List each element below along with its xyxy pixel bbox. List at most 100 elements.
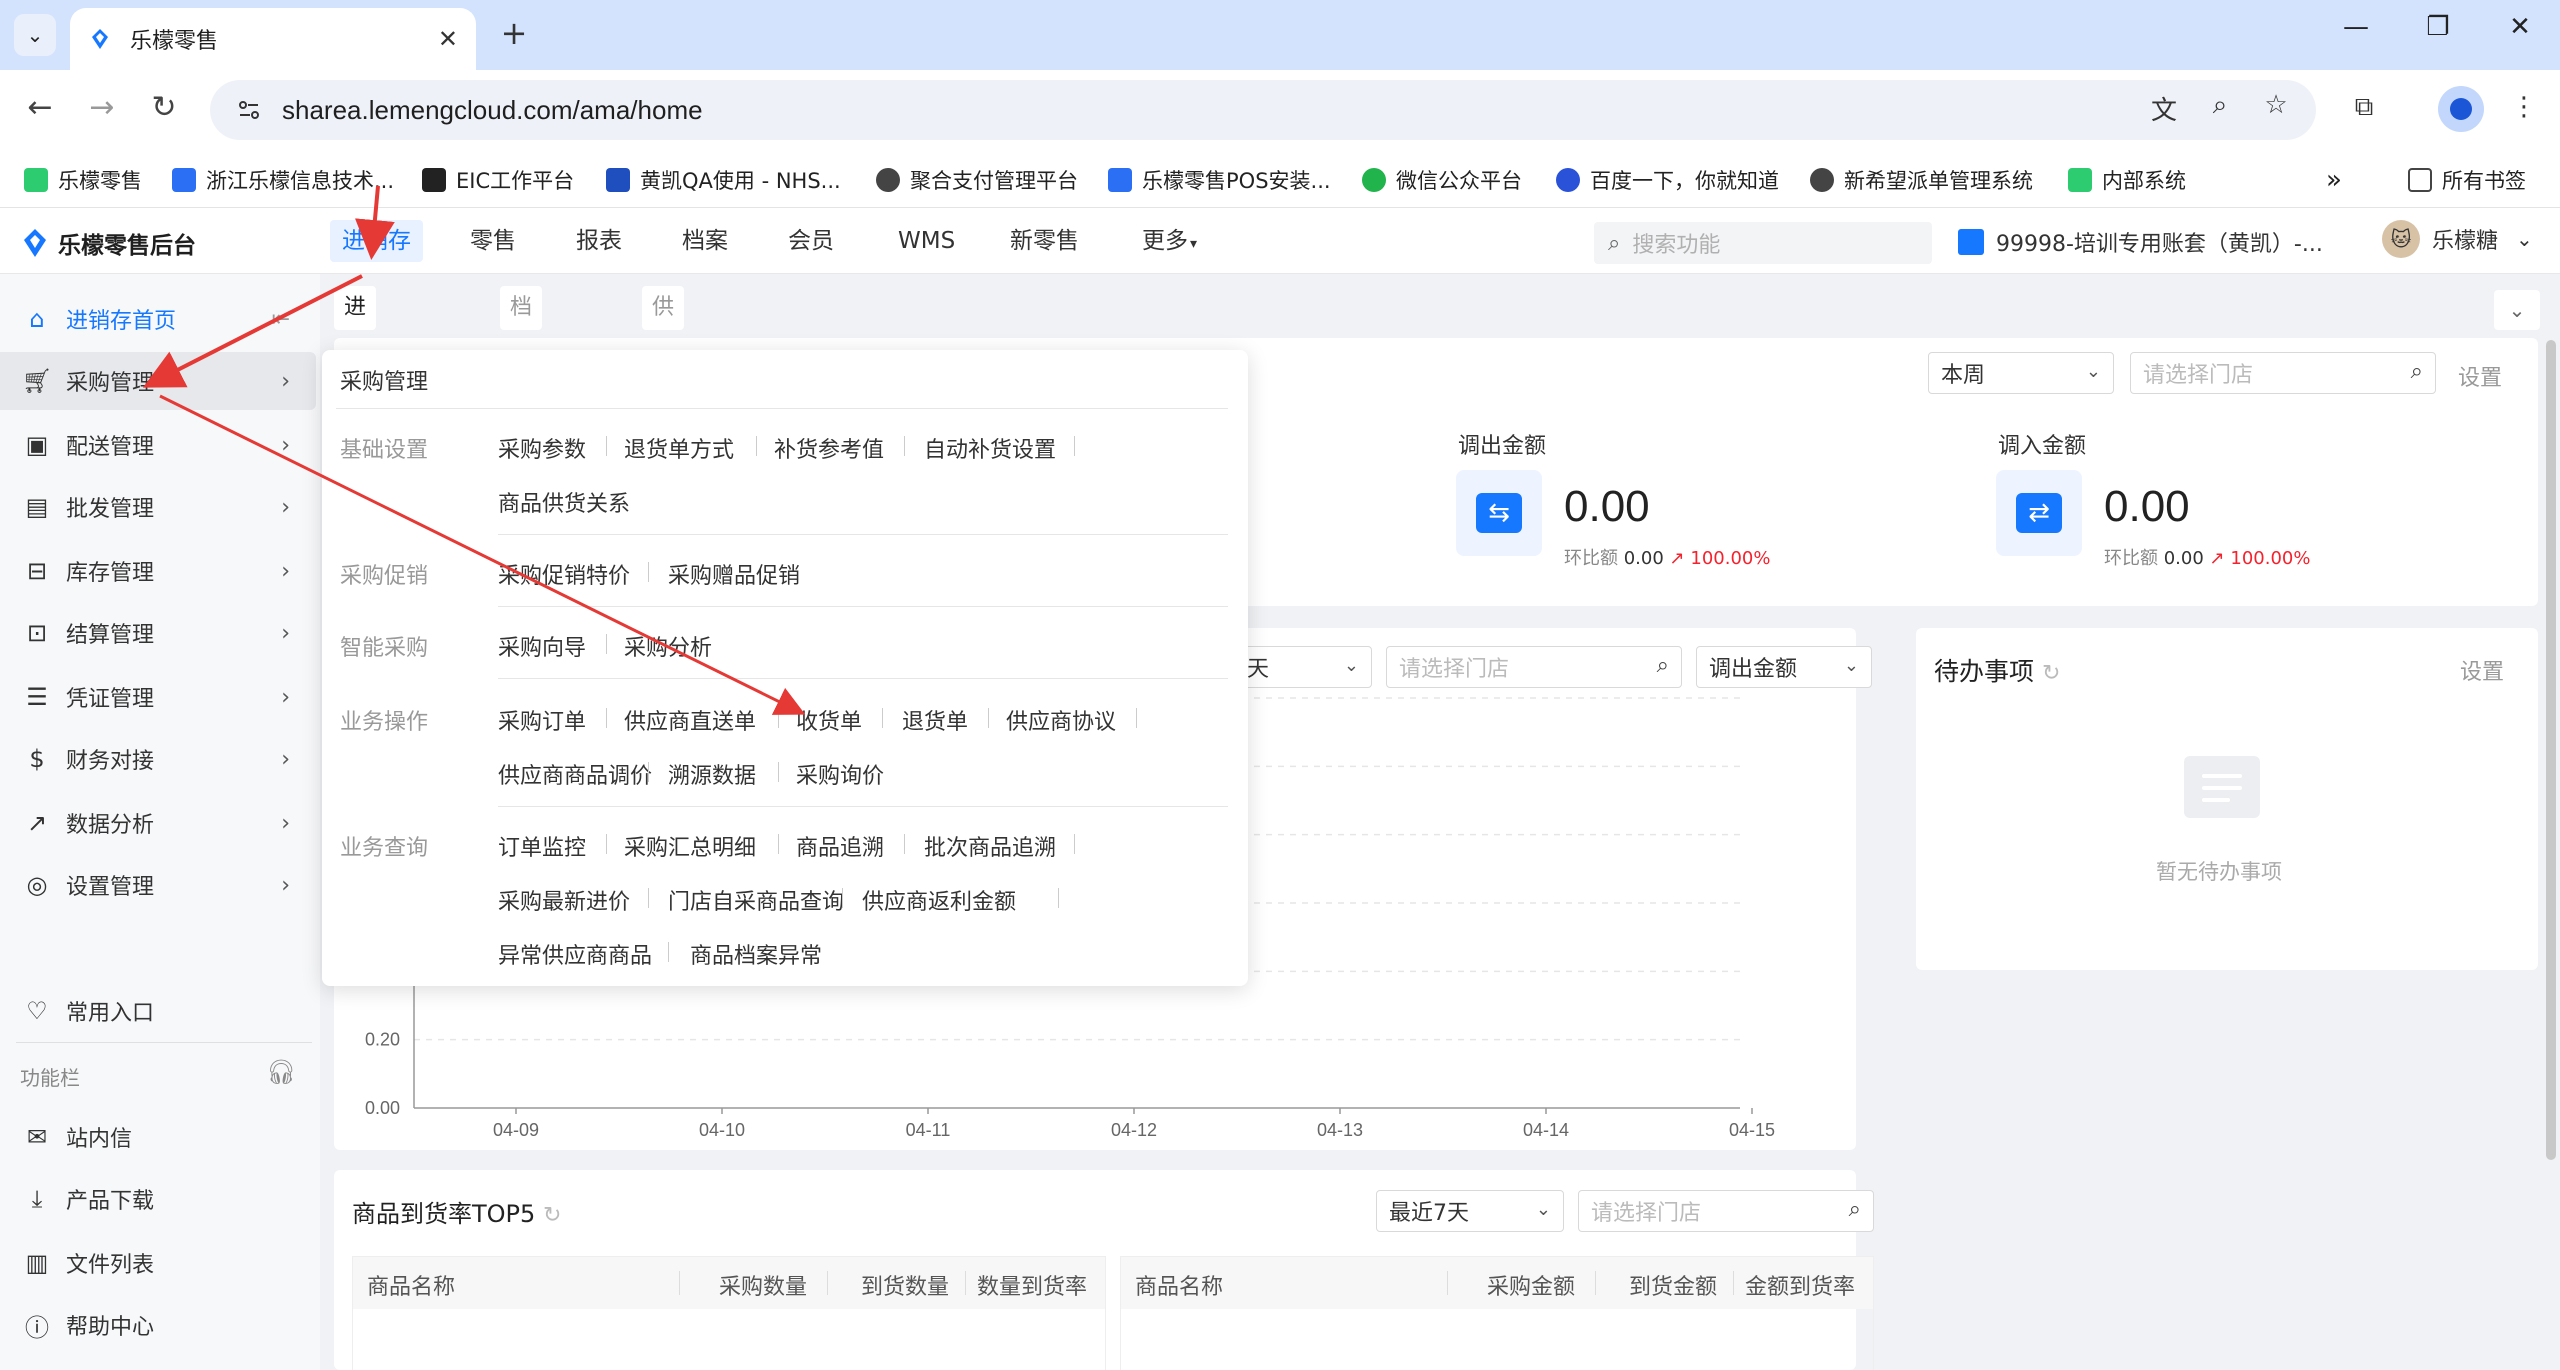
- sidebar-item-wholesale[interactable]: ▤ 批发管理 ›: [0, 478, 316, 536]
- tabs-dropdown-icon[interactable]: ⌄: [2494, 290, 2540, 330]
- menu-item[interactable]: 供应商商品调价: [498, 758, 652, 790]
- refresh-icon[interactable]: ↻: [2042, 661, 2060, 686]
- tab-archive-home[interactable]: 档案首页✕: [500, 286, 543, 495]
- menu-item[interactable]: 采购向导: [498, 630, 586, 662]
- sidebar-tool-help[interactable]: ⓘ 帮助中心: [0, 1296, 316, 1354]
- menu-item[interactable]: 批次商品追溯: [924, 830, 1056, 862]
- menu-item[interactable]: 采购分析: [624, 630, 712, 662]
- reload-icon[interactable]: ↻: [142, 90, 186, 125]
- store-select[interactable]: 请选择门店 ⌕: [2130, 352, 2436, 394]
- top5-period-select[interactable]: 最近7天 ⌄: [1376, 1190, 1564, 1232]
- close-tab-icon[interactable]: ✕: [438, 25, 458, 53]
- menu-item[interactable]: 异常供应商商品: [498, 938, 652, 970]
- restore-icon[interactable]: ❐: [2418, 12, 2458, 42]
- menu-item[interactable]: 商品档案异常: [690, 938, 822, 970]
- bookmark-item[interactable]: 聚合支付管理平台: [876, 162, 1078, 198]
- account-selector[interactable]: 99998-培训专用账套（黄凯）-...: [1958, 226, 2323, 258]
- bookmark-star-icon[interactable]: ☆: [2256, 90, 2296, 120]
- sidebar-item-delivery[interactable]: ▣ 配送管理 ›: [0, 416, 316, 474]
- extensions-icon[interactable]: ⧉: [2344, 92, 2384, 123]
- user-menu[interactable]: 🐱 乐檬糖 ⌄: [2382, 220, 2533, 258]
- menu-item[interactable]: 供应商协议: [1006, 704, 1116, 736]
- topnav-more[interactable]: 更多 ▾: [1130, 220, 1209, 262]
- menu-item[interactable]: 采购汇总明细: [624, 830, 756, 862]
- sidebar-tool-files[interactable]: ▥ 文件列表: [0, 1234, 316, 1292]
- todo-settings-link[interactable]: 设置: [2460, 654, 2504, 686]
- sidebar-common-entry[interactable]: ♡ 常用入口: [0, 982, 316, 1040]
- new-tab-button[interactable]: +: [494, 14, 534, 52]
- menu-item[interactable]: 退货单方式: [624, 432, 734, 464]
- overview-settings-link[interactable]: 设置: [2458, 360, 2502, 392]
- app-logo[interactable]: 乐檬零售后台: [22, 226, 196, 260]
- topnav-archive[interactable]: 档案: [670, 220, 740, 262]
- menu-item[interactable]: 补货参考值: [774, 432, 884, 464]
- profile-avatar[interactable]: [2438, 86, 2484, 132]
- sidebar-item-home[interactable]: ⌂ 进销存首页 ⇤: [0, 290, 316, 348]
- zoom-icon[interactable]: ⌕: [2200, 90, 2240, 121]
- sidebar-tool-messages[interactable]: ✉ 站内信: [0, 1108, 316, 1166]
- address-bar[interactable]: sharea.lemengcloud.com/ama/home: [210, 80, 2316, 140]
- bookmark-item[interactable]: 黄凯QA使用 - NHS...: [606, 162, 841, 198]
- sidebar-item-settlement[interactable]: ⊡ 结算管理 ›: [0, 604, 316, 662]
- menu-item[interactable]: 采购赠品促销: [668, 558, 800, 590]
- translate-icon[interactable]: 文: [2144, 90, 2184, 127]
- bookmark-item[interactable]: 乐檬零售POS安装...: [1108, 162, 1331, 198]
- bookmark-item[interactable]: 内部系统: [2068, 162, 2186, 198]
- browser-menu-icon[interactable]: ⋮: [2504, 92, 2544, 122]
- menu-item[interactable]: 采购最新进价: [498, 884, 630, 916]
- forward-icon[interactable]: →: [80, 90, 124, 125]
- sidebar-item-inventory[interactable]: ⊟ 库存管理 ›: [0, 542, 316, 600]
- menu-item[interactable]: 收货单: [796, 704, 862, 736]
- bookmark-item[interactable]: 微信公众平台: [1362, 162, 1522, 198]
- sidebar-item-analysis[interactable]: ↗ 数据分析 ›: [0, 794, 316, 852]
- bookmark-item[interactable]: 乐檬零售: [24, 162, 142, 198]
- topnav-reports[interactable]: 报表: [564, 220, 634, 262]
- topnav-wms[interactable]: WMS: [886, 220, 967, 262]
- period-select[interactable]: 本周 ⌄: [1928, 352, 2114, 394]
- top5-store-select[interactable]: 请选择门店 ⌕: [1578, 1190, 1874, 1232]
- tab-search-button[interactable]: ⌄: [14, 14, 56, 56]
- all-bookmarks-button[interactable]: 所有书签: [2408, 162, 2526, 198]
- tab-supplier-management[interactable]: 供应商管理✕: [642, 286, 685, 539]
- menu-item[interactable]: 自动补货设置: [924, 432, 1056, 464]
- menu-item[interactable]: 采购促销特价: [498, 558, 630, 590]
- bookmark-item[interactable]: EIC工作平台: [422, 162, 574, 198]
- bookmark-item[interactable]: 浙江乐檬信息技术...: [172, 162, 394, 198]
- bookmark-item[interactable]: 新希望派单管理系统: [1810, 162, 2033, 198]
- menu-item[interactable]: 订单监控: [498, 830, 586, 862]
- menu-item[interactable]: 商品追溯: [796, 830, 884, 862]
- more-bookmarks-button[interactable]: »: [2326, 162, 2342, 198]
- sidebar-tool-download[interactable]: ⤓ 产品下载: [0, 1170, 316, 1228]
- bookmark-item[interactable]: 百度一下，你就知道: [1556, 162, 1779, 198]
- menu-category: 采购促销: [340, 564, 429, 589]
- menu-item[interactable]: 供应商返利金额: [862, 884, 1016, 916]
- headset-icon[interactable]: 🎧︎: [266, 1058, 296, 1086]
- sidebar-item-voucher[interactable]: ☰ 凭证管理 ›: [0, 668, 316, 726]
- back-icon[interactable]: ←: [18, 90, 62, 125]
- browser-tab[interactable]: 乐檬零售 ✕: [70, 8, 476, 70]
- menu-item[interactable]: 采购参数: [498, 432, 586, 464]
- sidebar-item-purchase[interactable]: 🛒︎ 采购管理 ›: [0, 352, 316, 410]
- collapse-sidebar-icon[interactable]: ⇤: [272, 307, 290, 332]
- tab-jinxiaocun-home[interactable]: 进销存首页✕: [334, 286, 377, 539]
- page-scrollbar[interactable]: [2546, 340, 2556, 1160]
- menu-item[interactable]: 供应商直送单: [624, 704, 756, 736]
- menu-item[interactable]: 采购订单: [498, 704, 586, 736]
- sidebar-item-finance[interactable]: $ 财务对接 ›: [0, 730, 316, 788]
- sidebar-item-settings[interactable]: ◎ 设置管理 ›: [0, 856, 316, 914]
- topnav-new-retail[interactable]: 新零售: [998, 220, 1091, 262]
- menu-item[interactable]: 退货单: [902, 704, 968, 736]
- function-search-input[interactable]: ⌕ 搜索功能: [1594, 222, 1932, 264]
- minimize-icon[interactable]: —: [2336, 12, 2376, 42]
- menu-item[interactable]: 采购询价: [796, 758, 884, 790]
- menu-item[interactable]: 商品供货关系: [498, 486, 630, 518]
- window-close-icon[interactable]: ✕: [2500, 12, 2540, 42]
- topnav-member[interactable]: 会员: [776, 220, 846, 262]
- site-info-icon[interactable]: [234, 95, 264, 125]
- topnav-retail[interactable]: 零售: [458, 220, 528, 262]
- refresh-icon[interactable]: ↻: [543, 1203, 561, 1228]
- menu-item[interactable]: 门店自采商品查询: [668, 884, 844, 916]
- menu-item[interactable]: 溯源数据: [668, 758, 756, 790]
- topnav-jinxiaocun[interactable]: 进销存: [330, 220, 423, 262]
- table-header: 采购数量: [719, 1275, 808, 1300]
